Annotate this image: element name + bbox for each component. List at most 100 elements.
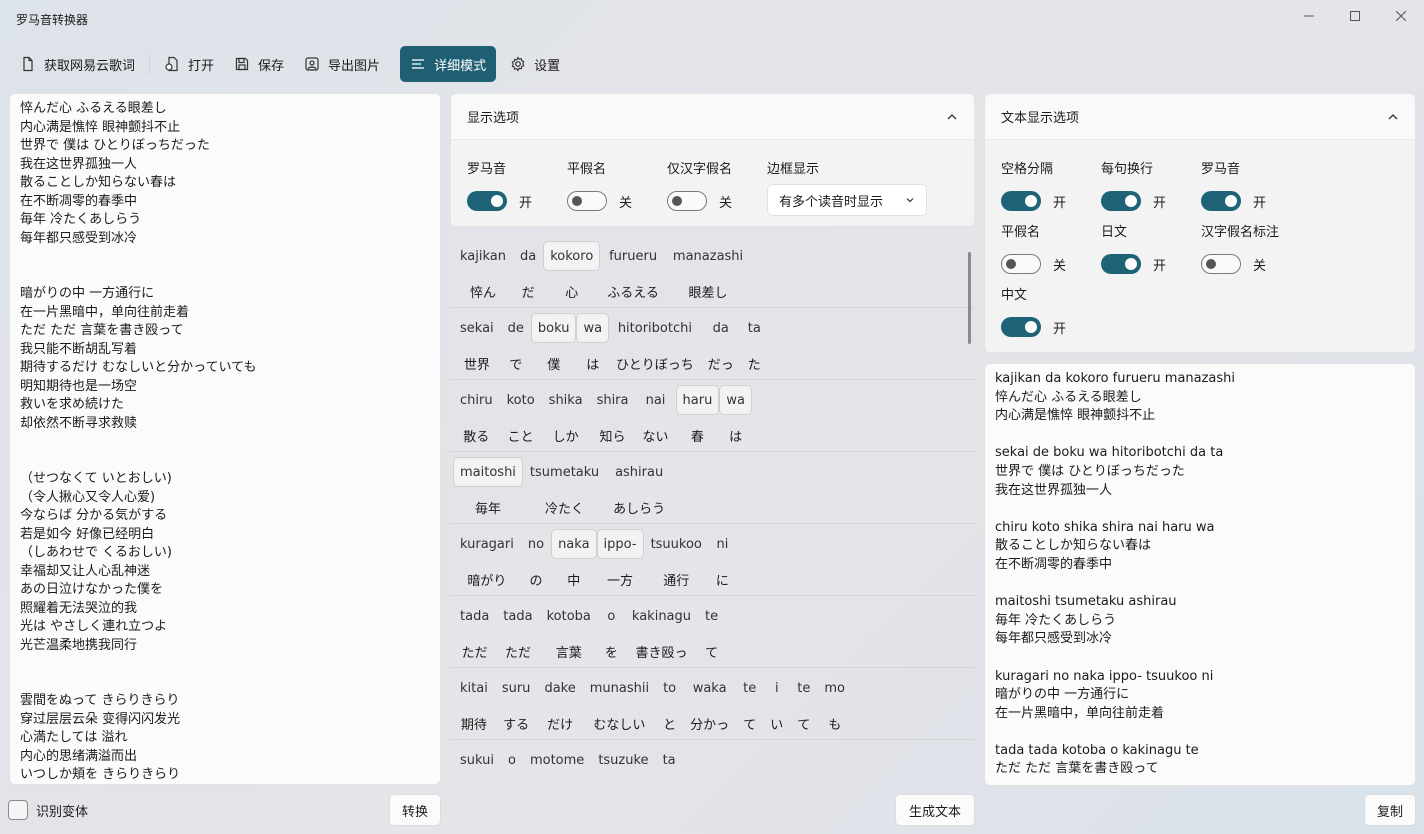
lyrics-line: 悴んだ心 ふるえる眼差し (20, 101, 167, 116)
romaji-word[interactable]: kajikan (453, 241, 513, 271)
output-line: tada tada kotoba o kakinagu te (995, 742, 1199, 758)
romaji-word[interactable]: mo (817, 673, 852, 703)
kana-word: こと (507, 429, 534, 445)
copy-button[interactable]: 复制 (1364, 794, 1416, 826)
kana-word: ない (642, 429, 669, 445)
text-options-header[interactable]: 文本显示选项 (985, 94, 1415, 140)
romaji-word[interactable]: kuragari (453, 529, 521, 559)
romaji-word[interactable]: naka (551, 529, 597, 559)
kana-word: も (828, 717, 842, 733)
romaji-word[interactable]: tsumetaku (523, 457, 606, 487)
romaji-word[interactable]: kotoba (540, 601, 598, 631)
romaji-toggle[interactable] (467, 191, 507, 211)
output-line: kuragari no naka ippo- tsuukoo ni (995, 668, 1214, 684)
lyrics-line: 若是如今 好像已经明白 (20, 526, 155, 542)
word-list-scrollbar[interactable] (968, 252, 971, 344)
romaji-word[interactable]: maitoshi (453, 457, 523, 487)
display-options-header[interactable]: 显示选项 (451, 94, 974, 140)
romaji-word[interactable]: tada (496, 601, 539, 631)
kanji-only-toggle[interactable] (667, 191, 707, 211)
romaji-word[interactable]: ippo- (596, 529, 644, 559)
maximize-button[interactable] (1332, 4, 1378, 28)
export-image-button[interactable]: 导出图片 (294, 46, 390, 82)
romaji-word[interactable]: kokoro (543, 241, 601, 271)
romaji-word[interactable]: wa (576, 313, 610, 343)
detail-mode-button[interactable]: 详细模式 (400, 46, 497, 82)
lyrics-line: 我只能不断胡乱写着 (20, 341, 138, 357)
romaji-word[interactable]: ashirau (606, 457, 672, 487)
save-icon (235, 57, 249, 71)
border-display-select[interactable]: 有多个读音时显示 (767, 184, 927, 216)
open-button[interactable]: 打开 (154, 46, 224, 82)
option-kanji-only-label: 仅汉字假名 (667, 162, 733, 177)
lyrics-input[interactable]: 悴んだ心 ふるえる眼差し 内心满是憔悴 眼神颤抖不止 世界で 僕は ひとりぼっちだっ… (9, 93, 441, 785)
kanji-kana-toggle[interactable] (1201, 254, 1241, 274)
output-text[interactable]: kajikan da kokoro furueru manazashi 悴んだ心 … (984, 363, 1416, 786)
japanese-label: 日文 (1101, 225, 1128, 240)
romaji-word[interactable]: sekai (453, 313, 501, 343)
romaji-word[interactable]: chiru (453, 385, 500, 415)
settings-button[interactable]: 设置 (500, 46, 570, 82)
romaji-word[interactable]: nai (636, 385, 676, 415)
variant-checkbox[interactable] (8, 800, 28, 820)
romaji-word[interactable]: i (763, 673, 790, 703)
kana-word (523, 780, 591, 786)
romaji-word[interactable]: boku (530, 313, 577, 343)
romaji-word[interactable]: da (513, 241, 543, 271)
romaji-word[interactable]: furueru (600, 241, 666, 271)
close-button[interactable] (1378, 4, 1424, 28)
lyrics-line: 救いを求め続けた (20, 397, 125, 412)
romaji-word[interactable]: munashii (583, 673, 656, 703)
romaji-word[interactable]: te (698, 601, 725, 631)
romaji-word[interactable]: de (501, 313, 531, 343)
romaji-word[interactable]: kakinagu (625, 601, 698, 631)
romaji-word[interactable]: te (736, 673, 763, 703)
output-line: 在不断凋零的春季中 (995, 556, 1113, 572)
minimize-button[interactable] (1286, 4, 1332, 28)
romaji-state: 开 (519, 195, 533, 211)
romaji-word[interactable]: ni (709, 529, 736, 559)
romaji-word[interactable]: hitoribotchi (609, 313, 701, 343)
romaji-row: kitai suru dake munashii to waka te i te mo (453, 673, 852, 703)
text-romaji-state: 开 (1253, 195, 1267, 211)
romaji-word[interactable]: sukui (453, 745, 501, 775)
fetch-lyrics-button[interactable]: 获取网易云歌词 (10, 46, 145, 82)
romaji-word[interactable]: manazashi (666, 241, 750, 271)
chinese-toggle[interactable] (1001, 317, 1041, 337)
romaji-word[interactable]: shika (542, 385, 590, 415)
romaji-word[interactable]: suru (495, 673, 538, 703)
romaji-word[interactable]: tsuukoo (644, 529, 709, 559)
romaji-word[interactable]: tsuzuke (591, 745, 655, 775)
romaji-word[interactable]: motome (523, 745, 591, 775)
space-sep-label: 空格分隔 (1001, 162, 1054, 177)
text-romaji-toggle[interactable] (1201, 191, 1241, 211)
romaji-word[interactable]: o (501, 745, 523, 775)
kana-row (453, 780, 683, 786)
save-button[interactable]: 保存 (224, 46, 294, 82)
romaji-word[interactable]: koto (500, 385, 542, 415)
romaji-word[interactable]: wa (719, 385, 752, 415)
convert-button[interactable]: 转换 (389, 794, 441, 826)
japanese-toggle[interactable] (1101, 254, 1141, 274)
romaji-word[interactable]: waka (683, 673, 736, 703)
romaji-word[interactable]: haru (675, 385, 720, 415)
line-break-toggle[interactable] (1101, 191, 1141, 211)
romaji-word[interactable]: dake (537, 673, 582, 703)
romaji-word[interactable]: kitai (453, 673, 495, 703)
hiragana-toggle[interactable] (567, 191, 607, 211)
kana-word: て (705, 645, 719, 661)
romaji-word[interactable]: ta (741, 313, 768, 343)
romaji-word[interactable]: to (656, 673, 683, 703)
romaji-word[interactable]: tada (453, 601, 496, 631)
romaji-word[interactable]: ta (656, 745, 683, 775)
romaji-word[interactable]: no (521, 529, 551, 559)
romaji-word[interactable]: o (598, 601, 625, 631)
text-hiragana-toggle[interactable] (1001, 254, 1041, 274)
romaji-word[interactable]: da (701, 313, 741, 343)
romaji-word[interactable]: shira (590, 385, 636, 415)
generate-text-button[interactable]: 生成文本 (895, 794, 975, 826)
romaji-word[interactable]: te (790, 673, 817, 703)
word-breakdown-list[interactable]: kajikan da kokoro furueru manazashi 悴んだ心ふるえる眼… (450, 236, 975, 786)
space-sep-toggle[interactable] (1001, 191, 1041, 211)
